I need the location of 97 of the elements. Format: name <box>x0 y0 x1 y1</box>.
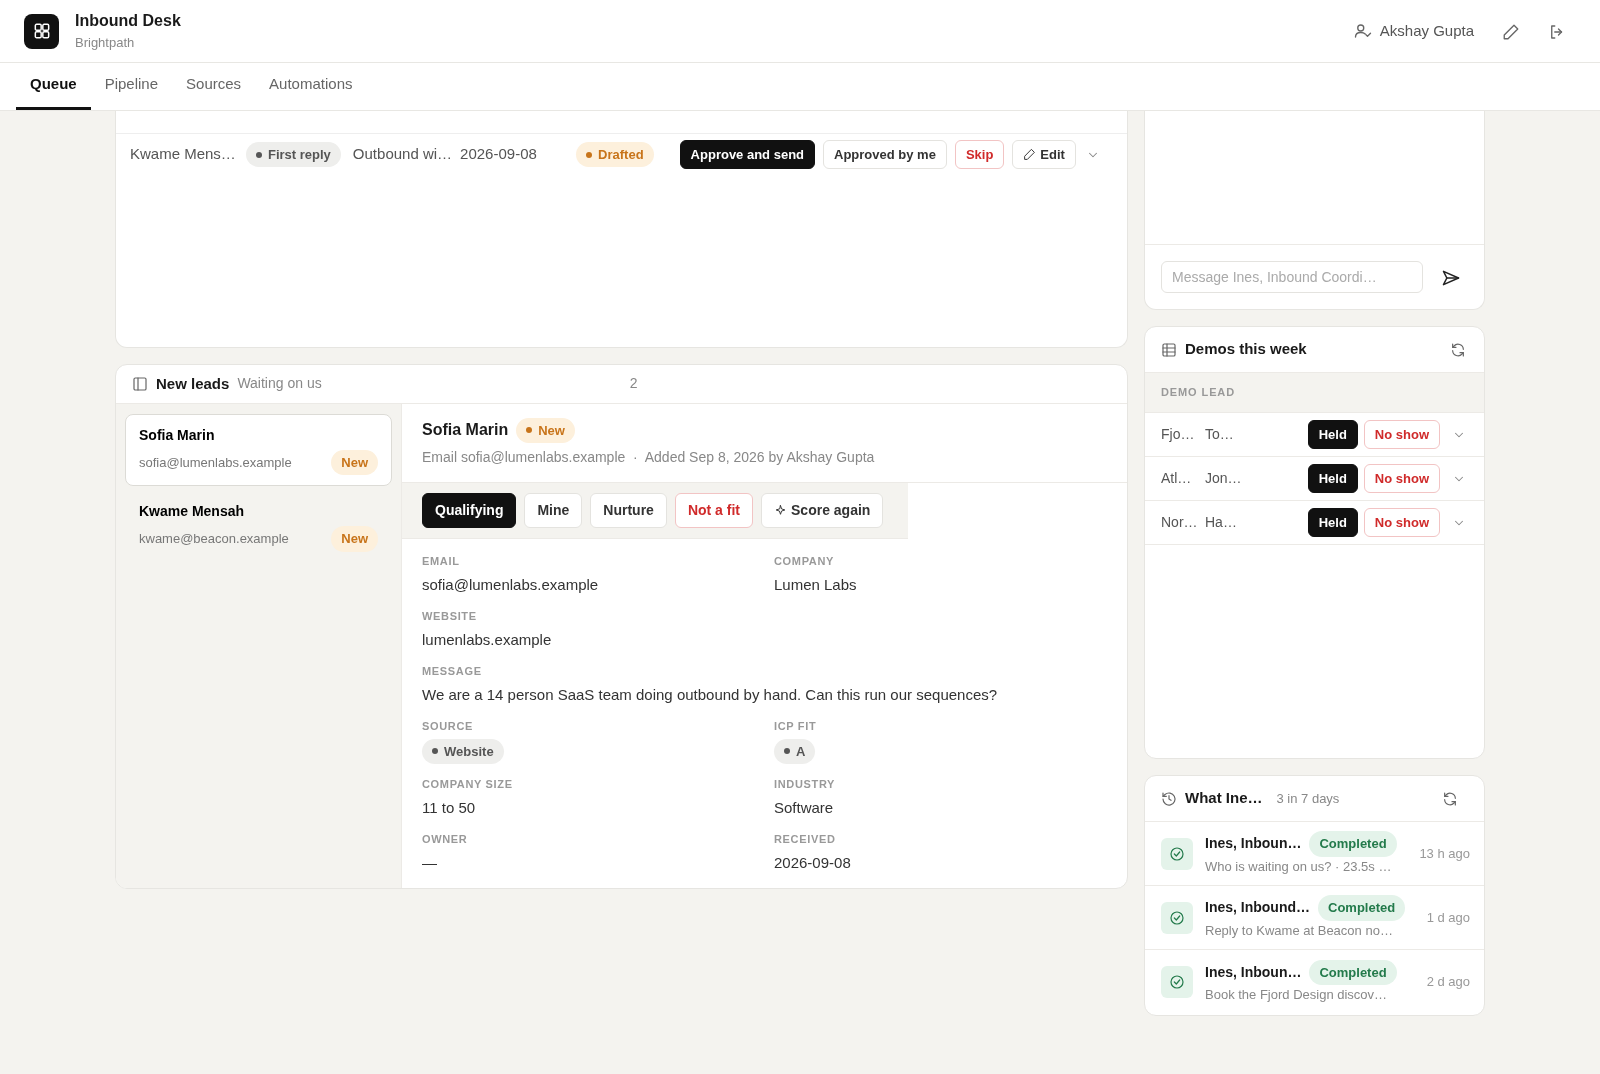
field-value: 11 to 50 <box>422 797 477 818</box>
action-button[interactable]: Qualifying <box>422 493 517 528</box>
table-cell-text: Ha… <box>1205 513 1238 532</box>
action-button[interactable]: Approved by me <box>823 139 947 170</box>
field-label: OWNER <box>422 832 469 847</box>
activity-title: Ines, Inboun… <box>1205 962 1302 982</box>
card-subtitle: Waiting on us <box>237 374 322 394</box>
refresh-icon <box>1442 791 1458 808</box>
activity-title: Ines, Inboun… <box>1205 834 1302 854</box>
check-circle-icon <box>1169 845 1185 862</box>
field-value: — <box>422 852 438 873</box>
table-cell-text: Nor… <box>1161 513 1199 532</box>
card-title: Demos this week <box>1185 339 1308 360</box>
status-badge: Completed <box>1318 895 1406 921</box>
subject-text: Outbound wi… <box>352 144 453 165</box>
lead-email: kwame@beacon.example <box>139 530 289 548</box>
field-tag: Website <box>422 738 504 764</box>
field-label: WEBSITE <box>422 609 478 624</box>
pencil-icon <box>1023 148 1037 161</box>
lead-count: 2 <box>629 374 638 394</box>
lead-name: Kwame Mens… <box>130 144 237 165</box>
activity-title: Ines, Inbound… <box>1205 898 1310 918</box>
check-circle-icon <box>1169 974 1185 990</box>
action-button[interactable]: Held <box>1307 507 1358 538</box>
field-label: COMPANY SIZE <box>422 777 514 792</box>
lead-email: sofia@lumenlabs.example <box>139 453 292 472</box>
field-value: sofia@lumenlabs.example <box>422 574 600 595</box>
message-input[interactable]: Message Ines, Inbound Coordi… <box>1161 261 1423 293</box>
status-badge: New <box>516 417 575 443</box>
card-subtitle: 3 in 7 days <box>1276 789 1341 808</box>
tab[interactable]: Sources <box>172 62 256 110</box>
field-value: lumenlabs.example <box>422 629 553 650</box>
status-badge: Drafted <box>576 141 654 168</box>
card-title: What Ine… <box>1185 788 1263 809</box>
status-badge: Completed <box>1309 959 1397 985</box>
action-button[interactable]: No show <box>1363 463 1440 494</box>
tab[interactable]: Automations <box>255 62 367 110</box>
lead-name: Sofia Marin <box>139 425 216 445</box>
action-button[interactable]: Held <box>1307 463 1358 494</box>
lead-list-item[interactable]: Kwame Mensah kwame@beacon.example New <box>125 490 392 563</box>
user-menu[interactable]: Akshay Gupta <box>1351 17 1476 45</box>
activity-detail: Who is waiting on us? · 23.5s … <box>1205 857 1393 876</box>
action-button[interactable]: Skip <box>954 139 1005 170</box>
refresh-icon <box>1450 342 1466 359</box>
field-value: Lumen Labs <box>774 574 858 595</box>
action-button[interactable]: No show <box>1363 419 1440 450</box>
action-button[interactable]: Nurture <box>590 493 667 528</box>
table-cell-text: Atl… <box>1161 469 1193 488</box>
sparkle-icon <box>774 504 787 517</box>
lead-meta: Email sofia@lumenlabs.example · Added Sep 8, 2026 by Akshay Gupta <box>422 448 876 467</box>
history-icon <box>1161 790 1177 807</box>
table-cell-text: Fjo… <box>1161 425 1196 444</box>
table-cell-text: Jon… <box>1205 469 1243 488</box>
table-icon <box>1161 341 1177 358</box>
activity-detail: Book the Fjord Design discov… <box>1205 986 1389 1004</box>
activity-time: 2 d ago <box>1426 973 1470 992</box>
check-circle-icon <box>1169 909 1185 926</box>
action-button[interactable]: Approve and send <box>679 139 816 170</box>
field-label: SOURCE <box>422 719 475 734</box>
table-cell-text: To… <box>1205 425 1235 444</box>
action-button[interactable]: Mine <box>524 493 583 528</box>
lead-list-item[interactable]: Sofia Marin sofia@lumenlabs.example New <box>125 413 392 486</box>
column-header: LEAD <box>1201 385 1235 401</box>
status-badge: New <box>331 449 378 475</box>
card-title: New leads <box>156 373 230 394</box>
stage-tag: First reply <box>246 141 341 168</box>
field-label: INDUSTRY <box>774 777 837 792</box>
field-label: ICP FIT <box>774 719 818 734</box>
field-value: We are a 14 person SaaS team doing outbound by hand. Can this run our sequences? <box>422 684 999 705</box>
action-button[interactable]: Held <box>1307 419 1358 450</box>
activity-time: 13 h ago <box>1419 844 1470 863</box>
pencil-icon <box>1502 22 1520 41</box>
activity-time: 1 d ago <box>1426 908 1470 927</box>
status-badge: New <box>331 526 378 552</box>
field-value: 2026-09-08 <box>774 852 852 873</box>
field-tag: A <box>774 738 816 764</box>
status-badge: Completed <box>1309 831 1397 857</box>
field-label: COMPANY <box>774 554 836 569</box>
lead-name: Kwame Mensah <box>139 502 246 521</box>
field-label: MESSAGE <box>422 664 483 679</box>
action-button[interactable]: Not a fit <box>674 493 753 528</box>
edit-button[interactable]: Edit <box>1012 139 1076 170</box>
app-title: Inbound Desk <box>75 11 181 32</box>
action-button[interactable]: No show <box>1363 507 1440 538</box>
lead-name: Sofia Marin <box>422 420 509 441</box>
tab[interactable]: Queue <box>16 62 91 110</box>
field-value: Software <box>774 797 835 818</box>
field-label: EMAIL <box>422 554 461 569</box>
column-header: DEMO <box>1161 385 1198 401</box>
workspace-name: Brightpath <box>75 34 136 53</box>
activity-detail: Reply to Kwame at Beacon no… <box>1205 921 1394 940</box>
tab[interactable]: Pipeline <box>90 62 173 110</box>
panel-icon <box>132 375 148 392</box>
field-label: RECEIVED <box>774 832 837 847</box>
date-text: 2026-09-08 <box>460 144 538 165</box>
user-icon <box>1353 22 1372 40</box>
action-button[interactable]: Score again <box>761 493 884 528</box>
